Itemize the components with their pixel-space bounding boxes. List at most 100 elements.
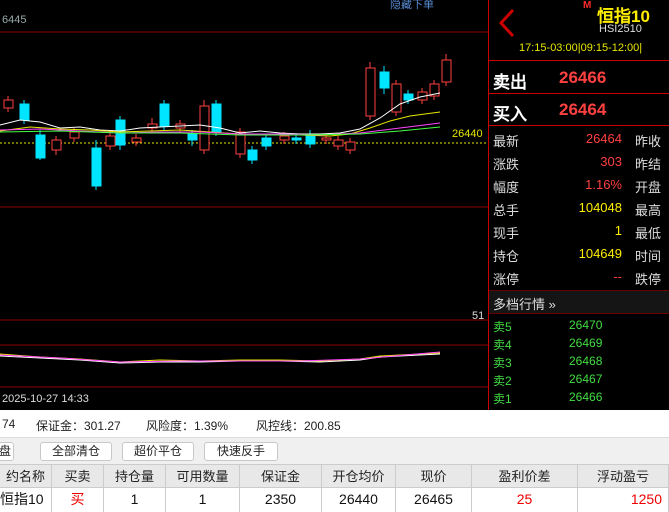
stat-label: 涨跌 [493, 157, 520, 172]
table-cell: 1250 [578, 488, 669, 512]
stat-label: 幅度 [493, 180, 520, 195]
candle-body [365, 67, 376, 117]
stat-row: 最新 26464 昨收 [489, 128, 669, 151]
depth-level-label: 卖5 [493, 320, 512, 334]
candle-body [187, 133, 198, 141]
position-table-header: 约名称 买卖 持仓量 可用数量 保证金 开仓均价 现价 盈利价差 浮动盈亏 [0, 464, 669, 489]
table-cell: 25 [472, 488, 578, 512]
stat-label-secondary: 昨收 [635, 134, 662, 149]
candles [3, 54, 452, 190]
stat-row: 现手 1 最低 [489, 220, 669, 243]
date-label: 2025-10-27 14:33 [2, 393, 89, 405]
position-area: 74 保证金：301.27 风险度：1.39% 风控线：200.85 盘 全部清… [0, 410, 669, 512]
current-price-label: 26440 [452, 128, 483, 140]
risk-text: 风险度：1.39% [146, 419, 229, 433]
table-cell: 26465 [396, 488, 472, 512]
stat-label: 涨停 [493, 272, 520, 287]
divider [489, 125, 669, 126]
depth-row[interactable]: 卖2 26467 [489, 370, 669, 388]
depth-header[interactable]: 多档行情 » [489, 290, 669, 314]
depth-price: 26466 [569, 390, 603, 404]
position-tab[interactable]: 盘 [0, 442, 14, 461]
candle-body [51, 139, 62, 151]
table-header-cell[interactable]: 买卖 [52, 465, 104, 489]
candle-body [333, 139, 344, 147]
stat-label-secondary: 最低 [635, 226, 662, 241]
candle-body [3, 99, 14, 109]
candle-body [19, 103, 30, 121]
double-chevron-icon: » [548, 297, 556, 312]
candle-body [379, 71, 390, 89]
depth-level-label: 卖1 [493, 392, 512, 406]
table-cell: 1 [104, 488, 166, 512]
back-arrow-icon[interactable] [493, 6, 521, 40]
action-bar: 盘 全部清仓 超价平仓 快速反手 [0, 438, 669, 464]
candle-body [199, 105, 210, 151]
candle-body [403, 93, 414, 101]
stat-value: 104649 [578, 246, 622, 261]
hide-order-link[interactable]: 隐藏下单 [390, 0, 434, 12]
session-time: 17:15-03:00|09:15-12:00| [519, 42, 643, 54]
depth-price: 26469 [569, 336, 603, 350]
stat-label: 现手 [493, 226, 520, 241]
kline-chart[interactable]: 6445 隐藏下单 26440 51 2025-10-27 14:33 [0, 0, 488, 410]
depth-row[interactable]: 卖1 26466 [489, 388, 669, 406]
stat-label-secondary: 开盘 [635, 180, 662, 195]
table-cell: 26440 [322, 488, 396, 512]
risk-line-text: 风控线：200.85 [256, 419, 341, 433]
kline-svg [0, 31, 488, 388]
stat-label-secondary: 最高 [635, 203, 662, 218]
account-item: 74 [2, 417, 16, 431]
quick-reverse-button[interactable]: 快速反手 [204, 442, 278, 461]
depth-price: 26470 [569, 318, 603, 332]
volume-label: 51 [472, 310, 485, 322]
stat-row: 幅度 1.16% 开盘 [489, 174, 669, 197]
table-header-cell[interactable]: 开仓均价 [322, 465, 396, 489]
top-price-label: 6445 [2, 14, 27, 26]
super-close-button[interactable]: 超价平仓 [122, 442, 194, 461]
depth-row[interactable]: 卖3 26468 [489, 352, 669, 370]
trading-app: 6445 隐藏下单 26440 51 2025-10-27 14:33 M 恒指… [0, 0, 669, 512]
sell-quote-row[interactable]: 卖出 26466 [493, 64, 668, 92]
table-row[interactable]: 恒指10 买 1 1 2350 26440 26465 25 1250 [0, 488, 669, 512]
stat-label-secondary: 昨结 [635, 157, 662, 172]
sell-label: 卖出 [493, 73, 527, 92]
divider [489, 60, 669, 61]
stat-value: 1 [614, 223, 622, 238]
buy-quote-row[interactable]: 买入 26464 [493, 96, 668, 124]
quote-panel: M 恒指10 HSI2510 17:15-03:00|09:15-12:00| … [488, 0, 669, 410]
candle-body [291, 137, 302, 141]
table-header-cell[interactable]: 浮动盈亏 [578, 465, 669, 489]
close-all-button[interactable]: 全部清仓 [40, 442, 112, 461]
table-header-cell[interactable]: 现价 [396, 465, 472, 489]
depth-level-label: 卖3 [493, 356, 512, 370]
candle-body [279, 135, 290, 141]
candle-body [159, 103, 170, 127]
candle-body [105, 135, 116, 147]
table-header-cell[interactable]: 保证金 [240, 465, 322, 489]
margin-text: 保证金：301.27 [36, 419, 121, 433]
depth-level-label: 卖2 [493, 374, 512, 388]
stat-value: 1.16% [585, 177, 622, 192]
depth-price: 26468 [569, 354, 603, 368]
stat-row: 总手 104048 最高 [489, 197, 669, 220]
table-header-cell[interactable]: 约名称 [0, 465, 52, 489]
table-cell: 恒指10 [0, 488, 52, 512]
stat-value: 303 [600, 154, 622, 169]
ticker-code: HSI2510 [599, 23, 642, 35]
candle-body [321, 137, 332, 141]
stat-label: 总手 [493, 203, 520, 218]
table-header-cell[interactable]: 可用数量 [166, 465, 240, 489]
stat-row: 涨停 -- 跌停 [489, 266, 669, 289]
stat-row: 持仓 104649 时间 [489, 243, 669, 266]
table-header-cell[interactable]: 持仓量 [104, 465, 166, 489]
depth-row[interactable]: 卖5 26470 [489, 316, 669, 334]
depth-title: 多档行情 » [493, 294, 556, 313]
depth-row[interactable]: 卖4 26469 [489, 334, 669, 352]
buy-value: 26464 [559, 100, 607, 119]
buy-label: 买入 [493, 105, 527, 124]
stat-label: 最新 [493, 134, 520, 149]
table-header-cell[interactable]: 盈利价差 [472, 465, 578, 489]
stat-label-secondary: 跌停 [635, 272, 662, 287]
table-cell: 2350 [240, 488, 322, 512]
